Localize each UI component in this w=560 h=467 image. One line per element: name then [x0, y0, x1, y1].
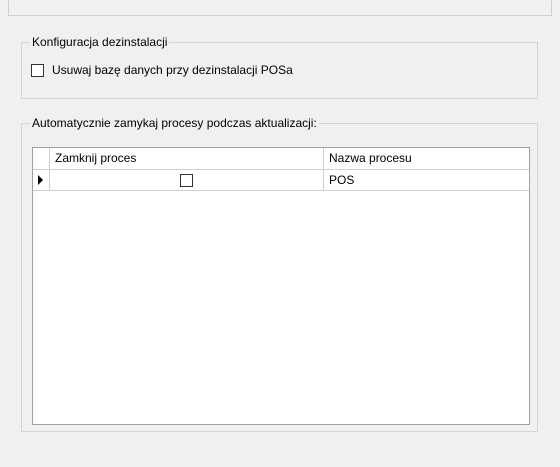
uninstall-config-legend: Konfiguracja dezinstalacji: [30, 35, 170, 49]
row-selector[interactable]: [33, 170, 50, 190]
process-grid[interactable]: Zamknij proces Nazwa procesu POS: [32, 147, 530, 425]
auto-close-legend: Automatycznie zamykaj procesy podczas ak…: [30, 116, 319, 130]
row-header-corner: [33, 148, 50, 169]
column-header-process-name[interactable]: Nazwa procesu: [324, 148, 529, 169]
auto-close-group: Automatycznie zamykaj procesy podczas ak…: [21, 116, 538, 432]
table-row[interactable]: POS: [33, 170, 529, 191]
delete-db-checkbox[interactable]: [31, 63, 44, 77]
close-process-checkbox[interactable]: [180, 173, 193, 187]
process-name-cell[interactable]: POS: [324, 170, 529, 190]
delete-db-option[interactable]: Usuwaj bazę danych przy dezinstalacji PO…: [31, 63, 293, 77]
delete-db-label: Usuwaj bazę danych przy dezinstalacji PO…: [52, 63, 293, 77]
current-row-arrow-icon: [38, 175, 43, 185]
uninstall-config-group: Konfiguracja dezinstalacji Usuwaj bazę d…: [21, 35, 538, 99]
close-process-cell[interactable]: [50, 170, 324, 190]
grid-header: Zamknij proces Nazwa procesu: [33, 148, 529, 170]
top-panel: [8, 0, 552, 16]
column-header-close-process[interactable]: Zamknij proces: [50, 148, 324, 169]
